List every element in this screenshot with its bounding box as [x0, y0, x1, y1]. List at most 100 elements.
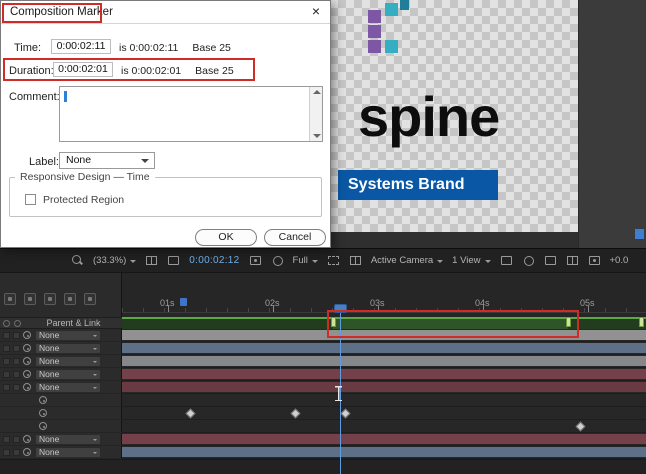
pickwhip-icon[interactable] [23, 331, 31, 339]
layer-duration-bar[interactable] [122, 356, 646, 366]
timeline-panel-icon[interactable] [544, 254, 557, 267]
cancel-button[interactable]: Cancel [264, 229, 326, 246]
audio-toggle[interactable] [13, 345, 20, 352]
parent-link-dropdown[interactable]: None [35, 343, 101, 354]
layer-duration-bar[interactable] [122, 382, 646, 392]
view-layout-dropdown[interactable]: 1 View [452, 255, 490, 266]
label-dropdown[interactable]: None [59, 152, 155, 169]
keyframe-diamond[interactable] [186, 409, 196, 419]
flowchart-icon[interactable] [566, 254, 579, 267]
parent-link-dropdown[interactable]: None [35, 447, 101, 458]
pickwhip-icon[interactable] [39, 422, 47, 430]
camera-dropdown[interactable]: Active Camera [371, 255, 443, 266]
ok-button[interactable]: OK [195, 229, 257, 246]
layer-duration-bar[interactable] [122, 343, 646, 353]
comp-marker-track[interactable] [122, 317, 646, 329]
pickwhip-icon[interactable] [23, 435, 31, 443]
ruler-tick [273, 306, 274, 312]
parent-link-value: None [39, 447, 59, 457]
parent-link-column-header[interactable]: Parent & Link [0, 317, 122, 329]
duration-value-field[interactable]: 0:00:02:01 [53, 62, 113, 77]
video-toggle[interactable] [3, 384, 10, 391]
resolution-dropdown[interactable]: Full [293, 255, 318, 266]
parent-link-dropdown[interactable]: None [35, 356, 101, 367]
frame-blend-icon[interactable] [64, 293, 76, 305]
parent-link-dropdown[interactable]: None [35, 382, 101, 393]
pickwhip-icon[interactable] [39, 409, 47, 417]
video-toggle[interactable] [3, 332, 10, 339]
camera-value: Active Camera [371, 255, 433, 266]
layer-duration-bar[interactable] [122, 330, 646, 340]
protected-region-checkbox[interactable] [25, 194, 36, 205]
marker-handle-far[interactable] [639, 317, 644, 327]
audio-toggle[interactable] [13, 358, 20, 365]
audio-toggle[interactable] [13, 332, 20, 339]
audio-toggle[interactable] [13, 384, 20, 391]
video-toggle[interactable] [3, 358, 10, 365]
hide-shy-icon[interactable] [44, 293, 56, 305]
close-icon[interactable]: × [308, 3, 324, 19]
fast-previews-icon[interactable] [522, 254, 535, 267]
layer-duration-bar[interactable] [122, 434, 646, 444]
layer-duration-bar[interactable] [122, 447, 646, 457]
show-channels-icon[interactable] [271, 254, 284, 267]
current-time-indicator[interactable] [334, 304, 347, 313]
pickwhip-icon[interactable] [39, 396, 47, 404]
time-value-field[interactable]: 0:00:02:11 [51, 39, 111, 54]
audio-toggle[interactable] [13, 371, 20, 378]
pickwhip-icon[interactable] [23, 370, 31, 378]
pickwhip-icon[interactable] [23, 357, 31, 365]
pickwhip-icon[interactable] [23, 383, 31, 391]
parent-link-dropdown[interactable]: None [35, 434, 101, 445]
dialog-titlebar[interactable]: Composition Marker × [1, 1, 330, 24]
after-effects-window: spine Systems Brand Composition Marker ×… [0, 0, 646, 474]
transparency-grid-icon[interactable] [349, 254, 362, 267]
property-controls-row [0, 394, 122, 407]
duration-info: is 0:00:02:01Base 25 [121, 65, 234, 77]
audio-toggle[interactable] [13, 449, 20, 456]
mask-visibility-icon[interactable] [167, 254, 180, 267]
comp-mini-flowchart-icon[interactable] [4, 293, 16, 305]
scrollbar-thumb[interactable] [635, 229, 644, 239]
layer-duration-bar[interactable] [122, 369, 646, 379]
marker-handle-start[interactable] [331, 317, 336, 327]
safe-guides-icon[interactable] [145, 254, 158, 267]
snapshot-icon[interactable] [249, 254, 262, 267]
time-ruler[interactable]: 01s 02s 03s 04s 05s [122, 297, 646, 313]
ruler-marker[interactable] [180, 298, 187, 306]
keyframe-diamond[interactable] [576, 422, 586, 432]
video-toggle[interactable] [3, 449, 10, 456]
reset-exposure-icon[interactable] [588, 254, 601, 267]
parent-link-dropdown[interactable]: None [35, 330, 101, 341]
video-toggle[interactable] [3, 345, 10, 352]
zoom-level-dropdown[interactable]: (33.3%) [93, 255, 136, 266]
scroll-up-icon[interactable] [313, 90, 321, 94]
scroll-down-icon[interactable] [313, 134, 321, 138]
audio-toggle[interactable] [13, 436, 20, 443]
comment-scrollbar[interactable] [309, 87, 322, 141]
keyframe-diamond[interactable] [341, 409, 351, 419]
region-of-interest-icon[interactable] [327, 254, 340, 267]
marker-duration-span[interactable] [333, 319, 568, 329]
magnifier-icon[interactable] [71, 254, 84, 267]
keyframe-diamond[interactable] [291, 409, 301, 419]
pickwhip-icon[interactable] [23, 344, 31, 352]
motion-blur-icon[interactable] [84, 293, 96, 305]
comment-textarea[interactable] [59, 86, 323, 142]
duration-label: Duration: [9, 65, 54, 77]
current-time-display[interactable]: 0:00:02:12 [189, 255, 239, 266]
chevron-down-icon [130, 260, 136, 263]
video-toggle[interactable] [3, 371, 10, 378]
time-label: Time: [14, 42, 41, 54]
pickwhip-icon[interactable] [23, 448, 31, 456]
pixel-aspect-icon[interactable] [500, 254, 513, 267]
layer-controls-row: None [0, 342, 122, 355]
logo-square-teal [385, 40, 398, 53]
label-label: Label: [29, 156, 59, 168]
parent-link-value: None [39, 434, 59, 444]
parent-link-dropdown[interactable]: None [35, 369, 101, 380]
video-toggle[interactable] [3, 436, 10, 443]
marker-handle-end[interactable] [566, 317, 571, 327]
exposure-value[interactable]: +0.0 [610, 255, 629, 266]
draft-3d-icon[interactable] [24, 293, 36, 305]
